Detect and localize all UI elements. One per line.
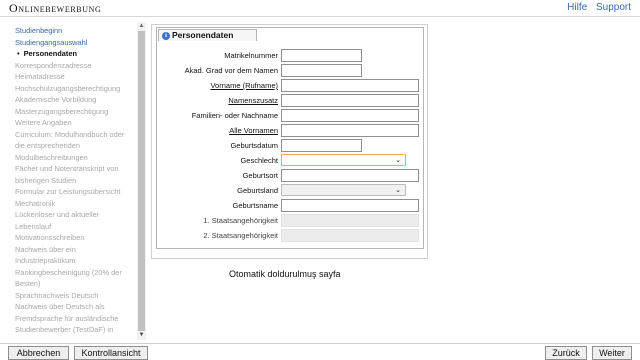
form-row-vorname: Vorname (Rufname) — [157, 79, 423, 93]
sidebar-item: Rankingbescheinigung (20% der — [15, 267, 122, 277]
bottom-bar: Abbrechen Kontrollansicht Zurück Weiter — [0, 343, 640, 360]
akad-grad-input[interactable] — [281, 64, 362, 77]
form-row-staatsangehoerigkeit-1: 1. Staatsangehörigkeit — [157, 214, 423, 228]
sidebar-item: Weitere Angaben — [15, 118, 72, 127]
top-bar: Onlinebewerbung Hilfe Support — [0, 0, 640, 17]
sidebar-navigation: StudienbeginnStudiengangsauswahlPersonen… — [10, 22, 147, 340]
sidebar-item: Industriepraktikum — [15, 256, 76, 265]
sidebar-item[interactable]: Studiengangsauswahl — [15, 37, 137, 49]
weiter-button[interactable]: Weiter — [592, 346, 632, 360]
top-links: Hilfe Support — [561, 2, 631, 13]
sidebar-item: Fächer und Notentranskript von — [15, 164, 119, 173]
form-row-nachname: Familien- oder Nachname — [157, 109, 423, 123]
sidebar-item: Besten) — [15, 279, 41, 288]
sidebar-item: Heimatadresse — [15, 72, 65, 81]
sidebar-item: Curriculum: Modulhandbuch oder — [15, 129, 125, 139]
geburtsland-label: Geburtsland — [237, 186, 278, 195]
nachname-label: Familien- oder Nachname — [191, 111, 278, 120]
geburtsname-input[interactable] — [281, 199, 419, 212]
matrikelnummer-label: Matrikelnummer — [224, 51, 278, 60]
alle-vornamen-input[interactable] — [281, 124, 419, 137]
sidebar-item[interactable]: Studienbeginn — [15, 25, 137, 37]
form-row-geburtsdatum: Geburtsdatum — [157, 139, 423, 153]
staatsangehoerigkeit-1-field — [281, 214, 419, 227]
scroll-down-icon[interactable]: ▼ — [137, 331, 146, 340]
sidebar-item: Studienbewerber (TestDaF) in — [15, 325, 114, 334]
geburtsort-label: Geburtsort — [242, 171, 278, 180]
sidebar-item[interactable]: Personendaten — [15, 48, 137, 60]
sidebar-item: Masterzugangsberechtigung — [15, 106, 109, 116]
geburtsdatum-input[interactable] — [281, 139, 362, 152]
sidebar-item: Hochschulzugangsberechtigung — [15, 83, 121, 93]
app-title: Onlinebewerbung — [9, 1, 102, 15]
sidebar-scrollbar[interactable]: ▲ ▼ — [137, 22, 146, 340]
namenszusatz-label: Namenszusatz — [228, 96, 278, 105]
form-row-matrikelnummer: Matrikelnummer — [157, 49, 423, 63]
panel-title: Personendaten — [172, 30, 234, 40]
scroll-up-icon[interactable]: ▲ — [137, 22, 146, 31]
personendaten-panel: i Personendaten Matrikelnummer Akad. Grad… — [156, 27, 424, 249]
sidebar-item: Nachweis über Deutsch als — [15, 302, 105, 311]
sidebar-item: Akademische Vorbildung — [15, 95, 97, 104]
geburtsland-select[interactable]: ⌄ — [281, 184, 406, 196]
form-row-akad-grad: Akad. Grad vor dem Namen — [157, 64, 423, 78]
akad-grad-label: Akad. Grad vor dem Namen — [184, 66, 278, 75]
namenszusatz-input[interactable] — [281, 94, 419, 107]
panel-header: i Personendaten — [158, 29, 257, 41]
chevron-down-icon[interactable]: ⌄ — [395, 156, 401, 164]
support-link[interactable]: Support — [596, 2, 631, 13]
sidebar-item: Motivationsschreiben — [15, 233, 85, 242]
sidebar-nav-list: StudienbeginnStudiengangsauswahlPersonen… — [15, 25, 137, 336]
sidebar-item: Fremdsprache für ausländische — [15, 313, 119, 323]
sidebar-item: Lebenslauf — [15, 221, 52, 231]
form-row-alle-vornamen: Alle Vornamen — [157, 124, 423, 138]
help-link[interactable]: Hilfe — [567, 2, 587, 13]
alle-vornamen-label: Alle Vornamen — [229, 126, 278, 135]
staatsangehoerigkeit-2-label: 2. Staatsangehörigkeit — [203, 231, 278, 240]
sidebar-item: Modulbeschreibungen — [15, 152, 88, 162]
sidebar-item: Lückenloser und aktueller — [15, 210, 100, 219]
sidebar-item: bisherigen Studien — [15, 175, 77, 185]
staatsangehoerigkeit-2-field — [281, 229, 419, 242]
vorname-input[interactable] — [281, 79, 419, 92]
geburtsdatum-label: Geburtsdatum — [230, 141, 278, 150]
form-row-geburtsort: Geburtsort — [157, 169, 423, 183]
form-row-geburtsname: Geburtsname — [157, 199, 423, 213]
chevron-down-icon[interactable]: ⌄ — [395, 186, 401, 194]
vorname-label: Vorname (Rufname) — [210, 81, 278, 90]
geschlecht-select[interactable]: ⌄ — [281, 154, 406, 166]
geschlecht-label: Geschlecht — [240, 156, 278, 165]
main-content: i Personendaten Matrikelnummer Akad. Grad… — [151, 24, 428, 259]
sidebar-item: Formular zur Leistungsübersicht — [15, 187, 121, 196]
matrikelnummer-input[interactable] — [281, 49, 362, 62]
staatsangehoerigkeit-1-label: 1. Staatsangehörigkeit — [203, 216, 278, 225]
info-icon: i — [162, 31, 170, 40]
sidebar-item: Sprachnachweis Deutsch — [15, 290, 99, 300]
form-row-namenszusatz: Namenszusatz — [157, 94, 423, 108]
form-row-geschlecht: Geschlecht ⌄ — [157, 154, 423, 168]
sidebar-item: Nachweis über ein — [15, 244, 76, 254]
geburtsname-label: Geburtsname — [232, 201, 278, 210]
kontrollansicht-button[interactable]: Kontrollansicht — [74, 346, 148, 360]
autofill-note: Otomatik doldurulmuş sayfa — [229, 269, 341, 279]
sidebar-item: Korrespondenzadresse — [15, 60, 92, 70]
geburtsort-input[interactable] — [281, 169, 419, 182]
zurueck-button[interactable]: Zurück — [545, 346, 587, 360]
form-row-geburtsland: Geburtsland ⌄ — [157, 184, 423, 198]
nachname-input[interactable] — [281, 109, 419, 122]
sidebar-item: die entsprechenden — [15, 141, 80, 150]
sidebar-item: Mechatronik — [15, 198, 56, 208]
abbrechen-button[interactable]: Abbrechen — [8, 346, 69, 360]
form-row-staatsangehoerigkeit-2: 2. Staatsangehörigkeit — [157, 229, 423, 243]
scroll-thumb[interactable] — [138, 31, 145, 331]
